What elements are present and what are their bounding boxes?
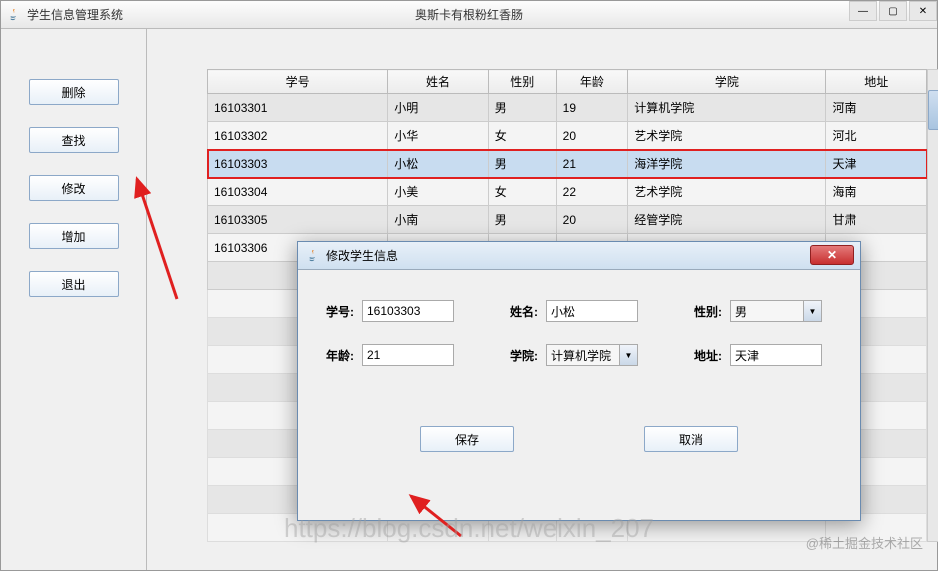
input-id[interactable] — [362, 300, 454, 322]
cell-gender[interactable]: 女 — [488, 178, 556, 206]
input-age[interactable] — [362, 344, 454, 366]
cell-college[interactable]: 海洋学院 — [628, 150, 826, 178]
th-gender[interactable]: 性别 — [488, 70, 556, 94]
cell-gender[interactable]: 男 — [488, 150, 556, 178]
edit-dialog: 修改学生信息 ✕ 学号: 姓名: 性别: 男 ▼ 年龄: 学院 — [297, 241, 861, 521]
cell-name[interactable]: 小南 — [388, 206, 489, 234]
input-addr[interactable] — [730, 344, 822, 366]
table-header-row: 学号 姓名 性别 年龄 学院 地址 — [208, 70, 927, 94]
dialog-title-bar[interactable]: 修改学生信息 ✕ — [298, 242, 860, 270]
dialog-body: 学号: 姓名: 性别: 男 ▼ 年龄: 学院: 计算机学院 ▼ — [298, 270, 860, 472]
cell-id[interactable]: 16103303 — [208, 150, 388, 178]
save-button[interactable]: 保存 — [420, 426, 514, 452]
cell-gender[interactable]: 女 — [488, 122, 556, 150]
cell-age[interactable]: 22 — [556, 178, 628, 206]
cell-name[interactable]: 小明 — [388, 94, 489, 122]
cell-id[interactable]: 16103304 — [208, 178, 388, 206]
label-name: 姓名: — [502, 303, 538, 320]
chevron-down-icon: ▼ — [619, 345, 637, 365]
minimize-button[interactable]: — — [849, 1, 877, 21]
search-button[interactable]: 查找 — [29, 127, 119, 153]
modify-button[interactable]: 修改 — [29, 175, 119, 201]
form-row-2: 年龄: 学院: 计算机学院 ▼ 地址: — [318, 344, 840, 366]
select-college[interactable]: 计算机学院 ▼ — [546, 344, 638, 366]
close-button[interactable]: ✕ — [909, 1, 937, 21]
label-addr: 地址: — [686, 347, 722, 364]
input-name[interactable] — [546, 300, 638, 322]
cell-addr[interactable]: 河北 — [826, 122, 927, 150]
th-name[interactable]: 姓名 — [388, 70, 489, 94]
label-id: 学号: — [318, 303, 354, 320]
scroll-thumb[interactable] — [928, 90, 938, 130]
sidebar: 删除 查找 修改 增加 退出 — [1, 29, 147, 570]
th-addr[interactable]: 地址 — [826, 70, 927, 94]
add-button[interactable]: 增加 — [29, 223, 119, 249]
select-college-value: 计算机学院 — [551, 347, 611, 364]
table-row[interactable]: 16103304小美女22艺术学院海南 — [208, 178, 927, 206]
window-controls: — ▢ ✕ — [847, 1, 937, 21]
cell-college[interactable]: 经管学院 — [628, 206, 826, 234]
java-icon — [5, 7, 21, 23]
cancel-button[interactable]: 取消 — [644, 426, 738, 452]
select-gender-value: 男 — [735, 303, 747, 320]
cell-name[interactable]: 小美 — [388, 178, 489, 206]
cell-college[interactable]: 艺术学院 — [628, 122, 826, 150]
cell-addr[interactable]: 河南 — [826, 94, 927, 122]
form-row-1: 学号: 姓名: 性别: 男 ▼ — [318, 300, 840, 322]
cell-age[interactable]: 20 — [556, 122, 628, 150]
cell-college[interactable]: 艺术学院 — [628, 178, 826, 206]
title-bar: 学生信息管理系统 奥斯卡有根粉红香肠 — ▢ ✕ — [1, 1, 937, 29]
label-gender: 性别: — [686, 303, 722, 320]
center-title: 奥斯卡有根粉红香肠 — [415, 6, 523, 23]
delete-button[interactable]: 删除 — [29, 79, 119, 105]
th-id[interactable]: 学号 — [208, 70, 388, 94]
cell-addr[interactable]: 甘肃 — [826, 206, 927, 234]
cell-addr[interactable]: 海南 — [826, 178, 927, 206]
table-row[interactable]: 16103301小明男19计算机学院河南 — [208, 94, 927, 122]
select-gender[interactable]: 男 ▼ — [730, 300, 822, 322]
dialog-close-button[interactable]: ✕ — [810, 245, 854, 265]
th-college[interactable]: 学院 — [628, 70, 826, 94]
cell-age[interactable]: 20 — [556, 206, 628, 234]
maximize-button[interactable]: ▢ — [879, 1, 907, 21]
cell-age[interactable]: 21 — [556, 150, 628, 178]
cell-gender[interactable]: 男 — [488, 94, 556, 122]
label-college: 学院: — [502, 347, 538, 364]
cell-id[interactable]: 16103301 — [208, 94, 388, 122]
table-row[interactable]: 16103303小松男21海洋学院天津 — [208, 150, 927, 178]
cell-addr[interactable]: 天津 — [826, 150, 927, 178]
label-age: 年龄: — [318, 347, 354, 364]
app-title: 学生信息管理系统 — [27, 6, 123, 23]
cell-gender[interactable]: 男 — [488, 206, 556, 234]
cell-id[interactable]: 16103305 — [208, 206, 388, 234]
dialog-title: 修改学生信息 — [326, 247, 398, 264]
cell-college[interactable]: 计算机学院 — [628, 94, 826, 122]
cell-age[interactable]: 19 — [556, 94, 628, 122]
table-row[interactable]: 16103305小南男20经管学院甘肃 — [208, 206, 927, 234]
exit-button[interactable]: 退出 — [29, 271, 119, 297]
cell-id[interactable]: 16103302 — [208, 122, 388, 150]
dialog-buttons: 保存 取消 — [318, 426, 840, 452]
chevron-down-icon: ▼ — [803, 301, 821, 321]
java-icon — [304, 248, 320, 264]
cell-name[interactable]: 小松 — [388, 150, 489, 178]
cell-name[interactable]: 小华 — [388, 122, 489, 150]
th-age[interactable]: 年龄 — [556, 70, 628, 94]
table-row[interactable]: 16103302小华女20艺术学院河北 — [208, 122, 927, 150]
vertical-scrollbar[interactable] — [927, 69, 938, 542]
main-window: 学生信息管理系统 奥斯卡有根粉红香肠 — ▢ ✕ 删除 查找 修改 增加 退出 — [0, 0, 938, 571]
